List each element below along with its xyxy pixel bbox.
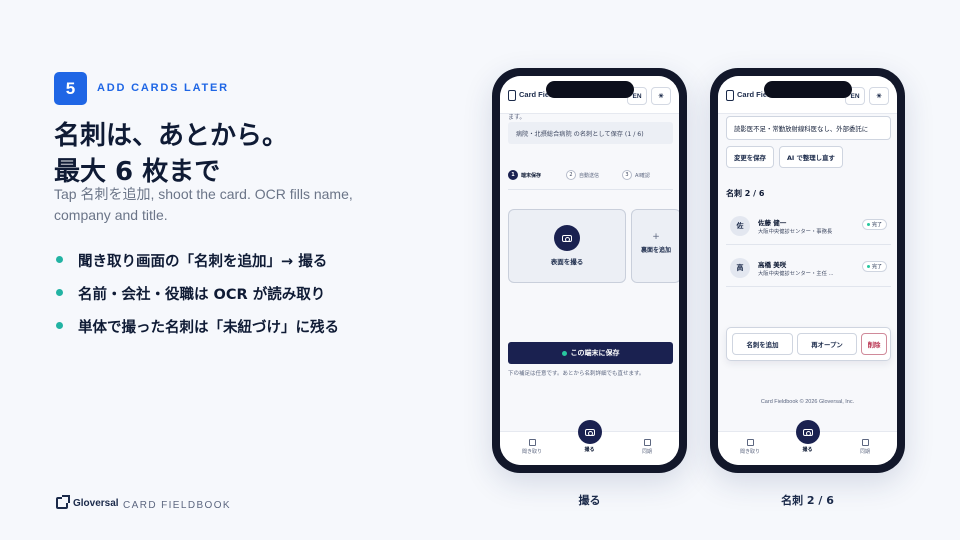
reopen-button[interactable]: 再オープン — [797, 333, 857, 355]
save-target-hint: 病院・北摂総合病院 の名刺として保存 (1 / 6) — [508, 122, 673, 144]
nav-interview[interactable]: 聞き取り — [512, 439, 552, 455]
bullet-item: 単体で撮った名刺は「未紐づけ」に残る — [54, 310, 339, 343]
app-logo-icon — [726, 90, 734, 101]
card-name: 佐藤 健一 — [758, 219, 787, 227]
card-count-label: 名刺 2 / 6 — [726, 189, 765, 198]
add-card-button[interactable]: 名刺を追加 — [732, 333, 793, 355]
add-back-label: 裏面を追加 — [640, 247, 671, 254]
card-org: 大阪中央健診センター・事務長 — [758, 229, 833, 235]
step-ai-check: 3 AI確認 — [622, 170, 650, 180]
nav-shoot[interactable]: 撮る — [788, 420, 828, 453]
status-dot-icon — [866, 223, 870, 226]
bullet-text: 単体で撮った名刺は「未紐づけ」に残る — [78, 320, 339, 336]
app-logo-icon — [508, 90, 516, 101]
bullet-dot-icon — [56, 256, 63, 263]
nav-sync[interactable]: 同期 — [627, 439, 667, 455]
camera-icon — [795, 420, 820, 444]
status-badge: 完了 — [861, 219, 887, 230]
nav-shoot[interactable]: 撮る — [570, 420, 610, 453]
headline-line-1: 名刺は、あとから。 — [54, 121, 289, 151]
status-dot-icon — [866, 265, 870, 268]
save-to-device-button[interactable]: この端末に保存 — [508, 342, 673, 364]
add-back-button[interactable]: + 裏面を追加 — [631, 209, 679, 283]
camera-icon — [554, 225, 580, 251]
sync-icon — [861, 439, 869, 446]
phone-shoot-screen: Card Fieldbook EN ☀ ます。 病院・北摂総合病院 の名刺として… — [492, 68, 687, 473]
avatar: 佐 — [730, 216, 750, 236]
step-auto-send: 2 自動送信 — [566, 170, 599, 180]
clipboard-icon — [746, 439, 754, 446]
scrolled-text: ます。 — [508, 114, 526, 121]
bullet-dot-icon — [56, 322, 63, 329]
copyright: Card Fieldbook © 2026 Gloversal, Inc. — [760, 399, 855, 405]
bottom-nav: 聞き取り 撮る 同期 — [500, 420, 679, 465]
status-dot-icon — [561, 350, 567, 356]
step-device-save: 1 端末保存 — [508, 170, 541, 180]
bullet-list: 聞き取り画面の「名刺を追加」→ 撮る 名前・会社・役職は OCR が読み取り 単… — [54, 244, 339, 343]
shoot-front-label: 表面を撮る — [550, 258, 584, 266]
nav-interview[interactable]: 聞き取り — [730, 439, 770, 455]
bottom-nav: 聞き取り 撮る 同期 — [718, 420, 897, 465]
progress-stepper: 1 端末保存 2 自動送信 3 AI確認 — [508, 170, 673, 182]
bullet-item: 名前・会社・役職は OCR が読み取り — [54, 277, 339, 310]
status-badge: 完了 — [861, 261, 887, 272]
bullet-item: 聞き取り画面の「名刺を追加」→ 撮る — [54, 244, 339, 277]
nav-sync[interactable]: 同期 — [845, 439, 885, 455]
bullet-text: 聞き取り画面の「名刺を追加」→ 撮る — [78, 254, 328, 270]
avatar: 高 — [730, 258, 750, 278]
step-label: ADD CARDS LATER — [97, 82, 229, 94]
sync-icon — [643, 439, 651, 446]
bullet-text: 名前・会社・役職は OCR が読み取り — [78, 287, 326, 303]
save-changes-button[interactable]: 変更を保存 — [726, 146, 774, 168]
memo-field[interactable]: 読影医不足・常勤放射線科医なし、外部委託に — [726, 116, 891, 140]
phone-notch — [545, 81, 634, 98]
card-name: 高橋 美咲 — [758, 261, 787, 269]
camera-icon — [577, 420, 602, 444]
shoot-front-button[interactable]: 表面を撮る — [508, 209, 626, 283]
card-list-item[interactable]: 高 高橋 美咲 大阪中央健診センター・主任 ... 完了 — [726, 253, 891, 287]
ai-reorganize-button[interactable]: AI で整理し直す — [778, 146, 843, 168]
save-note: 下の補足は任意です。あとから名刺詳細でも直せます。 — [508, 371, 645, 377]
footer-product: CARD FIELDBOOK — [123, 500, 231, 511]
phone2-caption: 名刺 2 / 6 — [781, 494, 834, 507]
card-action-panel: 名刺を追加 再オープン 削除 — [726, 327, 891, 361]
phone-notch — [763, 81, 852, 98]
phone1-caption: 撮る — [578, 494, 601, 507]
clipboard-icon — [528, 439, 536, 446]
card-list-item[interactable]: 佐 佐藤 健一 大阪中央健診センター・事務長 完了 — [726, 211, 891, 245]
divider — [508, 189, 673, 190]
phone-screen: Card Fieldbook EN ☀ 読影医不足・常勤放射線科医なし、外部委託… — [718, 76, 897, 465]
slide: 5 ADD CARDS LATER 名刺は、あとから。 最大 6 枚まで Tap… — [0, 0, 960, 540]
delete-button[interactable]: 削除 — [861, 333, 887, 355]
footer-logo: Gloversal — [56, 495, 119, 509]
step-number-badge: 5 — [54, 72, 87, 105]
phone-cards-screen: Card Fieldbook EN ☀ 読影医不足・常勤放射線科医なし、外部委託… — [710, 68, 905, 473]
plus-icon: + — [652, 232, 660, 242]
memo-actions: 変更を保存 AI で整理し直す — [726, 146, 848, 168]
headline: 名刺は、あとから。 最大 6 枚まで — [54, 118, 454, 190]
gloversal-logo-icon — [56, 495, 70, 509]
footer-brand: Gloversal — [73, 497, 119, 509]
card-org: 大阪中央健診センター・主任 ... — [758, 271, 834, 277]
description: Tap 名刺を追加, shoot the card. OCR fills nam… — [54, 186, 353, 223]
bullet-dot-icon — [56, 289, 63, 296]
phone-screen: Card Fieldbook EN ☀ ます。 病院・北摂総合病院 の名刺として… — [500, 76, 679, 465]
sun-icon[interactable]: ☀ — [869, 87, 889, 105]
sun-icon[interactable]: ☀ — [651, 87, 671, 105]
